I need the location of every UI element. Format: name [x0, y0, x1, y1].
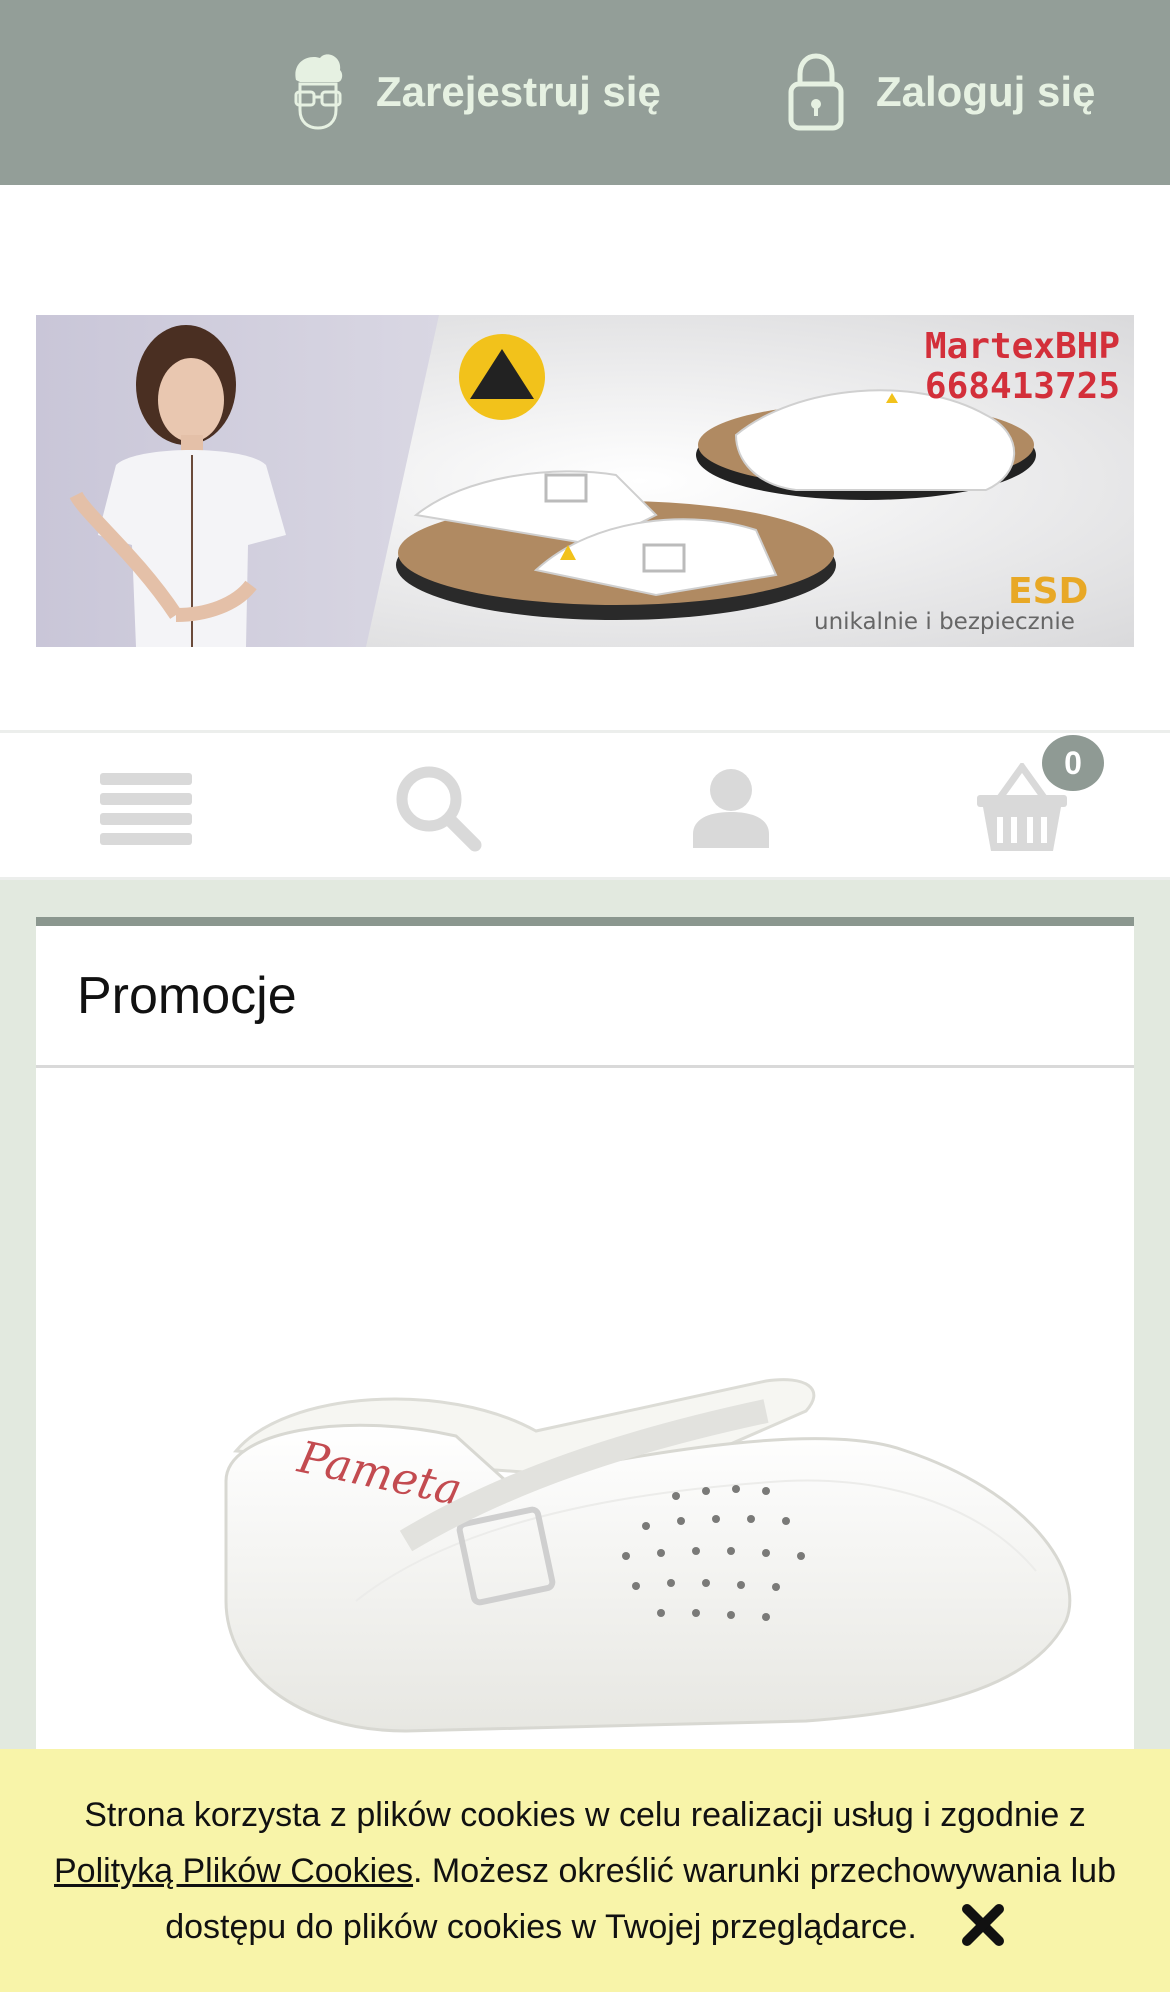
close-icon: [961, 1904, 1004, 1947]
banner-tagline: unikalnie i bezpiecznie: [814, 609, 1075, 635]
login-label: Zaloguj się: [876, 68, 1096, 115]
close-cookie-button[interactable]: [961, 1903, 1005, 1947]
register-label: Zarejestruj się: [376, 68, 661, 115]
menu-icon: [100, 773, 192, 845]
top-bar: Zarejestruj się Zaloguj się: [0, 0, 1170, 185]
product-image-link[interactable]: Pameta: [206, 1341, 1106, 1761]
search-icon: [396, 766, 482, 852]
promotions-title: Promocje: [77, 966, 297, 1025]
user-icon: [693, 769, 769, 848]
banner-brand: MartexBHP 668413725: [925, 327, 1120, 407]
cookie-banner: Strona korzysta z plików cookies w celu …: [0, 1749, 1170, 1992]
hipster-face-icon: [290, 52, 346, 132]
padlock-icon: [786, 52, 846, 132]
cookie-policy-link[interactable]: Polityką Plików Cookies: [54, 1852, 413, 1890]
banner-brand-name: MartexBHP: [924, 326, 1120, 367]
promo-banner[interactable]: MartexBHP 668413725 ESD unikalnie i bezp…: [36, 315, 1134, 647]
icon-navigation: [0, 730, 1170, 880]
login-link[interactable]: Zaloguj się: [786, 52, 1095, 132]
banner-esd-badge: ESD: [1008, 571, 1089, 612]
register-link[interactable]: Zarejestruj się: [290, 52, 661, 132]
search-button[interactable]: [378, 753, 498, 863]
cart-count-badge: 0: [1042, 735, 1104, 791]
account-button[interactable]: [671, 753, 791, 863]
promotions-header: Promocje: [36, 926, 1134, 1068]
menu-button[interactable]: [86, 753, 206, 863]
product-image: Pameta: [206, 1341, 1106, 1761]
cookie-text-before: Strona korzysta z plików cookies w celu …: [84, 1796, 1086, 1834]
banner-phone: 668413725: [924, 366, 1120, 407]
